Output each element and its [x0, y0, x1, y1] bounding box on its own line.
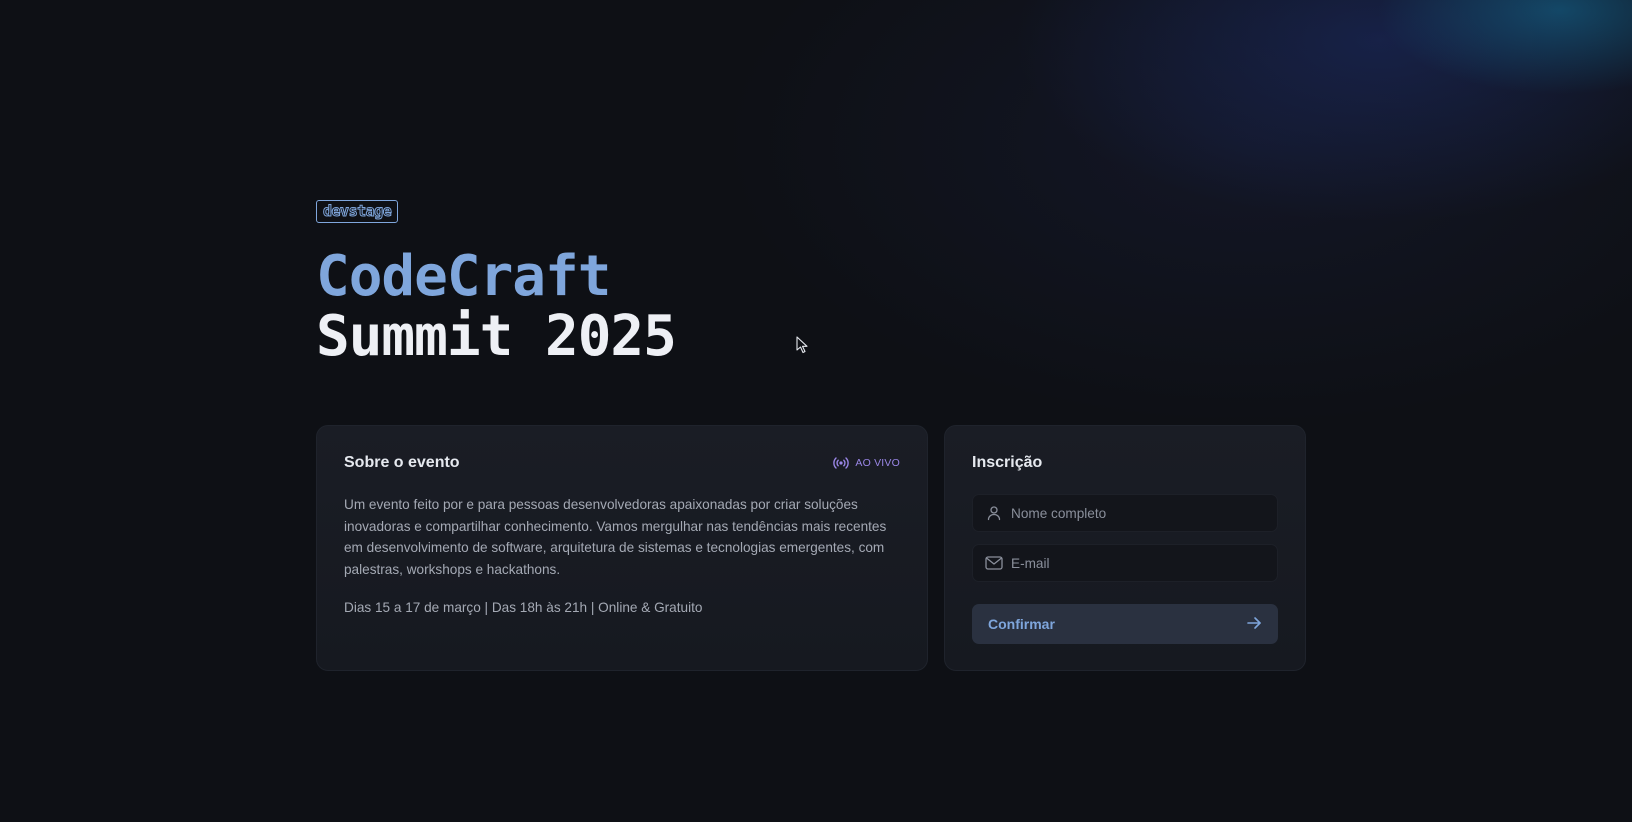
- live-badge: AO VIVO: [833, 456, 900, 470]
- mail-icon: [985, 554, 1003, 572]
- broadcast-icon: [833, 456, 850, 470]
- live-label: AO VIVO: [855, 457, 900, 469]
- event-title-line2: Summit 2025: [316, 304, 677, 369]
- about-card-header: Sobre o evento AO VIVO: [344, 454, 900, 472]
- mouse-cursor-icon: [796, 336, 808, 354]
- devstage-logo: devstage: [316, 200, 399, 223]
- about-card: Sobre o evento AO VIVO Um evento feito p…: [316, 425, 928, 671]
- event-title: CodeCraft Summit 2025: [316, 247, 1306, 367]
- signup-title: Inscrição: [972, 454, 1043, 471]
- signup-card: Inscrição Nome completo E-mail Confirmar: [944, 425, 1306, 671]
- name-field[interactable]: [972, 494, 1278, 532]
- user-icon: [985, 504, 1003, 522]
- confirm-button[interactable]: Confirmar: [972, 604, 1278, 644]
- page-content: devstage CodeCraft Summit 2025 Sobre o e…: [316, 200, 1306, 671]
- arrow-right-icon: [1246, 615, 1262, 634]
- cards-row: Sobre o evento AO VIVO Um evento feito p…: [316, 425, 1306, 671]
- email-field[interactable]: [972, 544, 1278, 582]
- name-input[interactable]: [1011, 505, 1265, 521]
- email-input[interactable]: [1011, 555, 1265, 571]
- event-details: Dias 15 a 17 de março | Das 18h às 21h |…: [344, 600, 703, 616]
- about-description: Um evento feito por e para pessoas desen…: [344, 497, 887, 577]
- signup-form: Confirmar: [972, 494, 1278, 644]
- confirm-button-label: Confirmar: [988, 616, 1055, 632]
- about-title: Sobre o evento: [344, 454, 460, 471]
- event-title-line1: CodeCraft: [316, 244, 611, 309]
